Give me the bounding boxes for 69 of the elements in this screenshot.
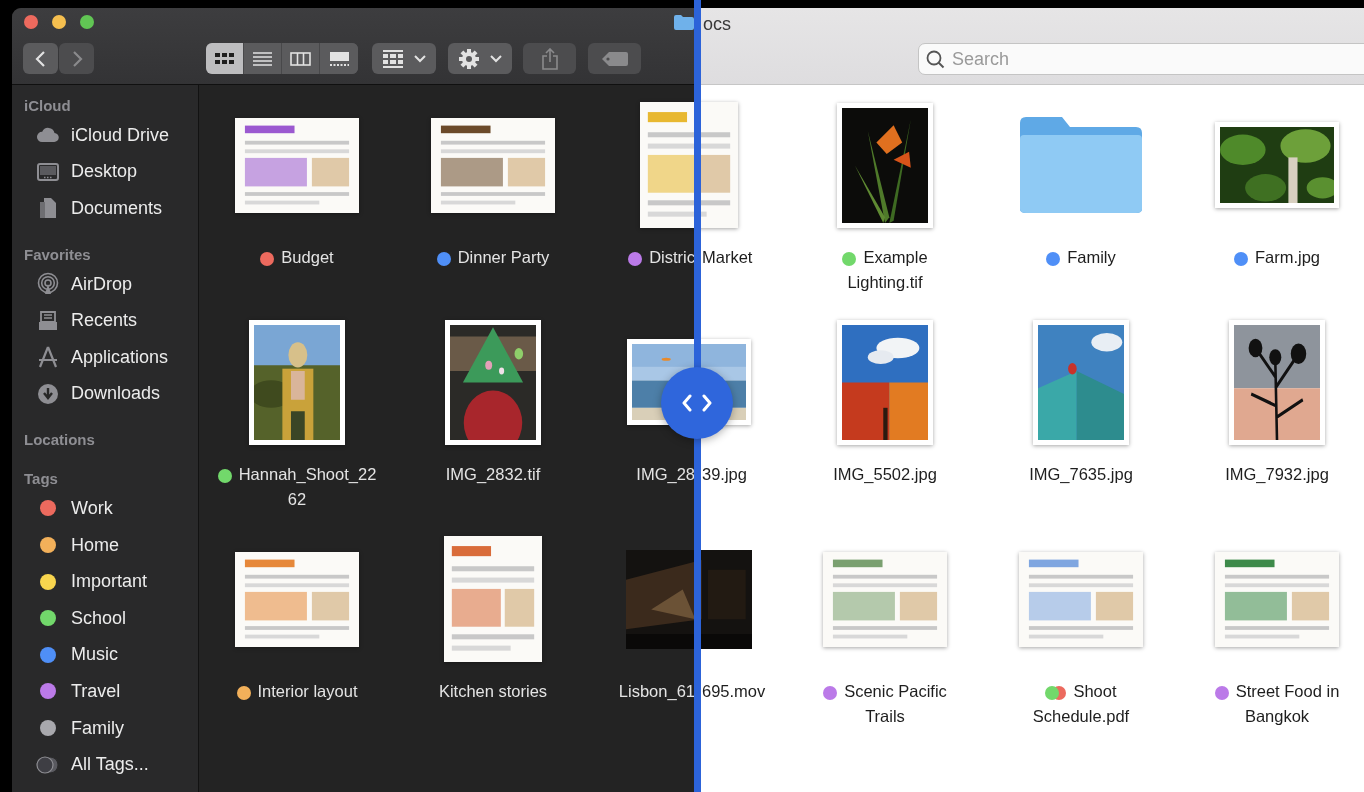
minimize-button[interactable] [52, 15, 66, 29]
applications-icon [36, 345, 60, 370]
file-name: IMG_7932.jpg [1225, 465, 1329, 483]
download-icon [36, 381, 60, 406]
action-button[interactable] [448, 43, 512, 74]
sidebar-item[interactable]: Recents [12, 302, 146, 339]
list-icon [251, 49, 274, 68]
grid-icon [382, 49, 404, 68]
sidebar-item[interactable]: All Tags... [12, 746, 157, 783]
file-name: Distric [649, 248, 695, 266]
sidebar-item[interactable]: Travel [12, 673, 129, 710]
file-name: Dinner Party [457, 248, 550, 266]
chevron-left-icon [34, 49, 47, 68]
columns-icon [289, 49, 312, 68]
file-name: Budget [281, 248, 334, 266]
file-name: Street Food in Bangkok [1235, 682, 1340, 725]
search-icon [926, 50, 945, 69]
window-title: ocs [702, 13, 731, 35]
sidebar-item[interactable]: Downloads [12, 375, 169, 413]
group-button[interactable] [372, 43, 436, 74]
file-name: Interior layout [257, 682, 358, 700]
file-name: IMG_2832.tif [445, 465, 541, 483]
file-name: 695.mov [702, 682, 766, 700]
section-header: Locations [23, 430, 95, 451]
tag-icon [601, 51, 628, 66]
gallery-icon [327, 49, 351, 68]
file-name: Kitchen stories [438, 682, 548, 700]
file-name: Shoot Schedule.pdf [1032, 682, 1130, 725]
file-name: IMG_7635.jpg [1029, 465, 1133, 483]
file-name: Market [702, 248, 753, 266]
sidebar-item[interactable]: Important [12, 563, 156, 600]
caret-icon [490, 54, 502, 63]
file-name: Family [1067, 248, 1116, 266]
gear-icon [458, 47, 480, 70]
file-name: Scenic Pacific Trails [844, 682, 947, 725]
file-name: IMG_5502.jpg [833, 465, 937, 483]
sidebar-item[interactable]: AirDrop [12, 265, 140, 303]
sidebar-item[interactable]: Applications [12, 338, 177, 376]
close-button[interactable] [24, 15, 38, 29]
folder-icon [674, 14, 694, 30]
sidebar-item[interactable]: School [12, 599, 135, 637]
back-button[interactable] [23, 43, 58, 74]
zoom-button[interactable] [80, 15, 94, 29]
airdrop-icon [36, 272, 60, 297]
search-field[interactable]: Search [918, 43, 1364, 75]
caret-icon [414, 54, 426, 63]
file-name: Hannah_Shoot_2262 [238, 465, 377, 508]
folder-icon [1018, 115, 1144, 215]
sidebar-item[interactable]: Home [12, 526, 127, 564]
left-right-arrows-icon [682, 394, 712, 412]
sidebar-item[interactable]: Desktop [12, 153, 146, 191]
tray-icon [36, 308, 60, 333]
file-name: IMG_28 [636, 465, 695, 483]
sidebar-item[interactable]: Documents [12, 190, 171, 227]
sidebar-item[interactable]: iCloud Drive [12, 117, 178, 154]
sidebar-item[interactable]: Music [12, 636, 126, 674]
file-name: Lisbon_61 [618, 682, 695, 700]
file-name: Example Lighting.tif [847, 248, 928, 291]
chevron-right-icon [70, 49, 83, 68]
file-name: Farm.jpg [1254, 248, 1321, 266]
file-name: 39.jpg [702, 465, 747, 483]
section-header: Favorites [23, 244, 91, 265]
share-icon [541, 47, 558, 70]
section-header: iCloud [23, 96, 71, 116]
view-mode-button[interactable] [206, 43, 244, 74]
sidebar-item[interactable]: Work [12, 490, 121, 527]
section-header: Tags [23, 469, 58, 490]
sidebar-item[interactable]: Family [12, 709, 132, 747]
all-tags-icon [36, 755, 60, 774]
